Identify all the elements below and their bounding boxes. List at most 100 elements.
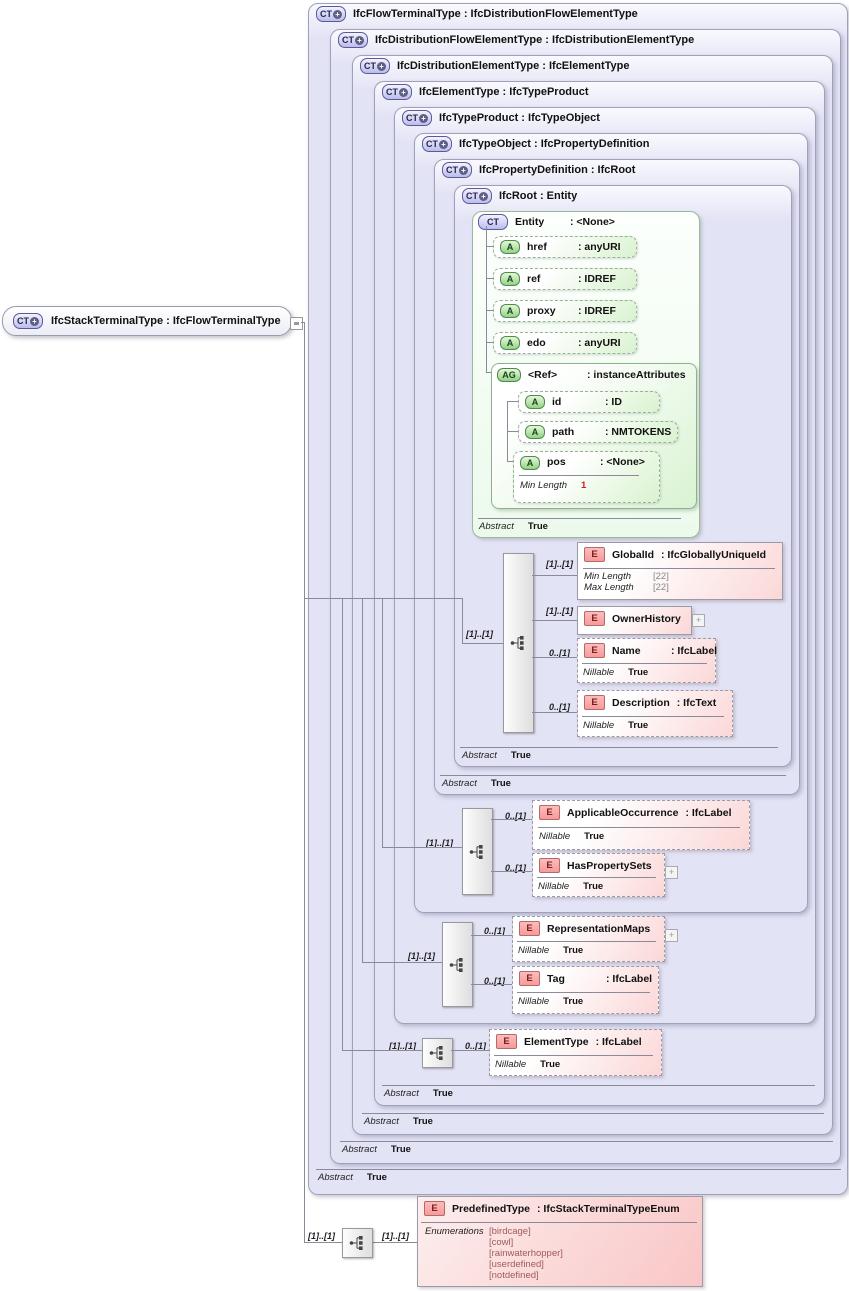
element-icon: E — [539, 858, 560, 873]
connector-line — [532, 620, 577, 621]
group-name: <Ref> — [528, 369, 558, 381]
element-icon: E — [424, 1201, 445, 1216]
element-predefinedtype[interactable]: E PredefinedType : IfcStackTerminalTypeE… — [417, 1196, 703, 1287]
tag-nillable-facet: Nillable True — [518, 996, 584, 1007]
ifcelementtype-abstract-facet: Abstract True — [384, 1088, 453, 1099]
sequence-icon[interactable] — [422, 1038, 453, 1068]
name-nillable-facet: Nillable True — [583, 667, 649, 678]
connector-line — [371, 1242, 417, 1243]
connector-line — [304, 598, 462, 599]
element-name-label: Tag — [547, 972, 565, 985]
cardinality-label: 0..[1] — [549, 702, 571, 712]
attr-name: path — [552, 426, 575, 438]
type-title: IfcDistributionFlowElementType : IfcDist… — [375, 34, 695, 46]
header-ifcdistributionelementtype[interactable]: CT + IfcDistributionElementType : IfcElem… — [360, 58, 629, 74]
plus-icon: + — [479, 191, 488, 201]
facet-separator — [517, 941, 656, 942]
pos-minlength-facet: Min Length 1 — [520, 480, 587, 491]
plus-icon: + — [333, 9, 342, 19]
connector-line — [342, 598, 343, 1050]
connector-line — [304, 322, 305, 1242]
root-title: IfcStackTerminalType : IfcFlowTerminalTy… — [51, 315, 281, 327]
complextype-icon: CT + — [13, 313, 43, 329]
element-type: : IfcStackTerminalTypeEnum — [537, 1202, 680, 1215]
header-entity[interactable]: CT Entity : <None> — [478, 214, 615, 230]
attribute-pos[interactable]: A pos : <None> — [513, 451, 660, 503]
header-ifctypeobject[interactable]: CT + IfcTypeObject : IfcPropertyDefinitio… — [422, 136, 650, 152]
sequence-icon[interactable] — [503, 553, 534, 733]
entity-abstract-facet: Abstract True — [479, 521, 548, 532]
attr-type: : IDREF — [578, 273, 616, 285]
complextype-icon: CT — [478, 214, 508, 230]
attribute-icon: A — [520, 456, 540, 470]
complextype-icon: CT + — [422, 136, 452, 152]
connector-line — [486, 342, 493, 343]
attribute-proxy[interactable]: A proxy : IDREF — [493, 300, 637, 322]
sequence-icon[interactable] — [442, 922, 473, 1007]
sequence-glyph — [349, 1236, 363, 1250]
xsd-diagram: CT + IfcFlowTerminalType : IfcDistributio… — [0, 0, 849, 1291]
sequence-glyph — [469, 844, 483, 859]
cardinality-label: [1]..[1] — [546, 559, 573, 569]
header-ifctypeproduct[interactable]: CT + IfcTypeProduct : IfcTypeObject — [402, 110, 600, 126]
type-title: IfcTypeObject : IfcPropertyDefinition — [459, 138, 650, 150]
expand-plus-icon[interactable]: + — [665, 866, 678, 879]
header-attribute-group[interactable]: AG <Ref> : instanceAttributes — [497, 367, 686, 383]
attribute-icon: A — [500, 272, 520, 286]
enum-value: [userdefined] — [489, 1259, 544, 1270]
attr-type: : NMTOKENS — [605, 426, 672, 438]
enum-value: [notdefined] — [489, 1270, 539, 1281]
cardinality-label: [1]..[1] — [408, 951, 435, 961]
attribute-id[interactable]: A id : ID — [518, 391, 660, 413]
element-type: : IfcText — [676, 696, 717, 709]
expand-plus-icon[interactable]: + — [692, 614, 705, 627]
attribute-icon: A — [500, 336, 520, 350]
facet-separator — [421, 1222, 697, 1223]
attr-name: id — [552, 396, 562, 408]
complextype-icon: CT + — [382, 84, 412, 100]
collapse-handle[interactable] — [290, 317, 303, 330]
element-name: OwnerHistory — [612, 612, 681, 625]
ifcroot-abstract-facet: Abstract True — [462, 750, 531, 761]
connector-line — [491, 871, 532, 872]
facet-separator — [582, 716, 724, 717]
type-title: IfcElementType : IfcTypeProduct — [419, 86, 589, 98]
connector-line — [462, 598, 463, 643]
element-applicableoccurrence[interactable]: E ApplicableOccurrence : IfcLabel — [532, 800, 750, 850]
attribute-icon: A — [525, 425, 545, 439]
element-ownerhistory[interactable]: E OwnerHistory — [577, 606, 692, 635]
attr-type: : <None> — [600, 456, 645, 468]
sequence-icon[interactable] — [342, 1228, 373, 1258]
group-type: : instanceAttributes — [587, 369, 686, 381]
header-ifcflowterminaltype[interactable]: CT + IfcFlowTerminalType : IfcDistributio… — [316, 6, 638, 22]
header-ifcdistributionflowelementtype[interactable]: CT + IfcDistributionFlowElementType : Ifc… — [338, 32, 694, 48]
entity-type: : <None> — [570, 216, 615, 228]
element-type: : IfcLabel — [685, 806, 732, 819]
element-icon: E — [584, 643, 605, 658]
sequence-icon[interactable] — [462, 808, 493, 895]
complextype-icon: CT + — [442, 162, 472, 178]
element-icon: E — [584, 695, 605, 710]
attribute-path[interactable]: A path : NMTOKENS — [518, 421, 678, 443]
attribute-icon: A — [500, 240, 520, 254]
connector-line — [362, 962, 442, 963]
header-ifcroot[interactable]: CT + IfcRoot : Entity — [462, 188, 577, 204]
facet-separator — [478, 518, 681, 519]
facet-separator — [460, 747, 778, 748]
cardinality-label: [1]..[1] — [308, 1231, 335, 1241]
connector-line — [532, 657, 577, 658]
header-ifcelementtype[interactable]: CT + IfcElementType : IfcTypeProduct — [382, 84, 589, 100]
facet-separator — [519, 475, 639, 476]
element-type: : IfcGloballyUniqueId — [661, 548, 767, 561]
root-element-ifcstackterminaltype[interactable]: CT + IfcStackTerminalType : IfcFlowTermin… — [2, 306, 292, 336]
attribute-icon: A — [500, 304, 520, 318]
attribute-ref[interactable]: A ref : IDREF — [493, 268, 637, 290]
attribute-edo[interactable]: A edo : anyURI — [493, 332, 637, 354]
element-icon: E — [519, 921, 540, 936]
element-icon: E — [539, 805, 560, 820]
attribute-href[interactable]: A href : anyURI — [493, 236, 637, 258]
header-ifcpropertydefinition[interactable]: CT + IfcPropertyDefinition : IfcRoot — [442, 162, 635, 178]
element-type: : IfcLabel — [595, 1035, 642, 1048]
complextype-icon: CT + — [462, 188, 492, 204]
expand-plus-icon[interactable]: + — [665, 929, 678, 942]
